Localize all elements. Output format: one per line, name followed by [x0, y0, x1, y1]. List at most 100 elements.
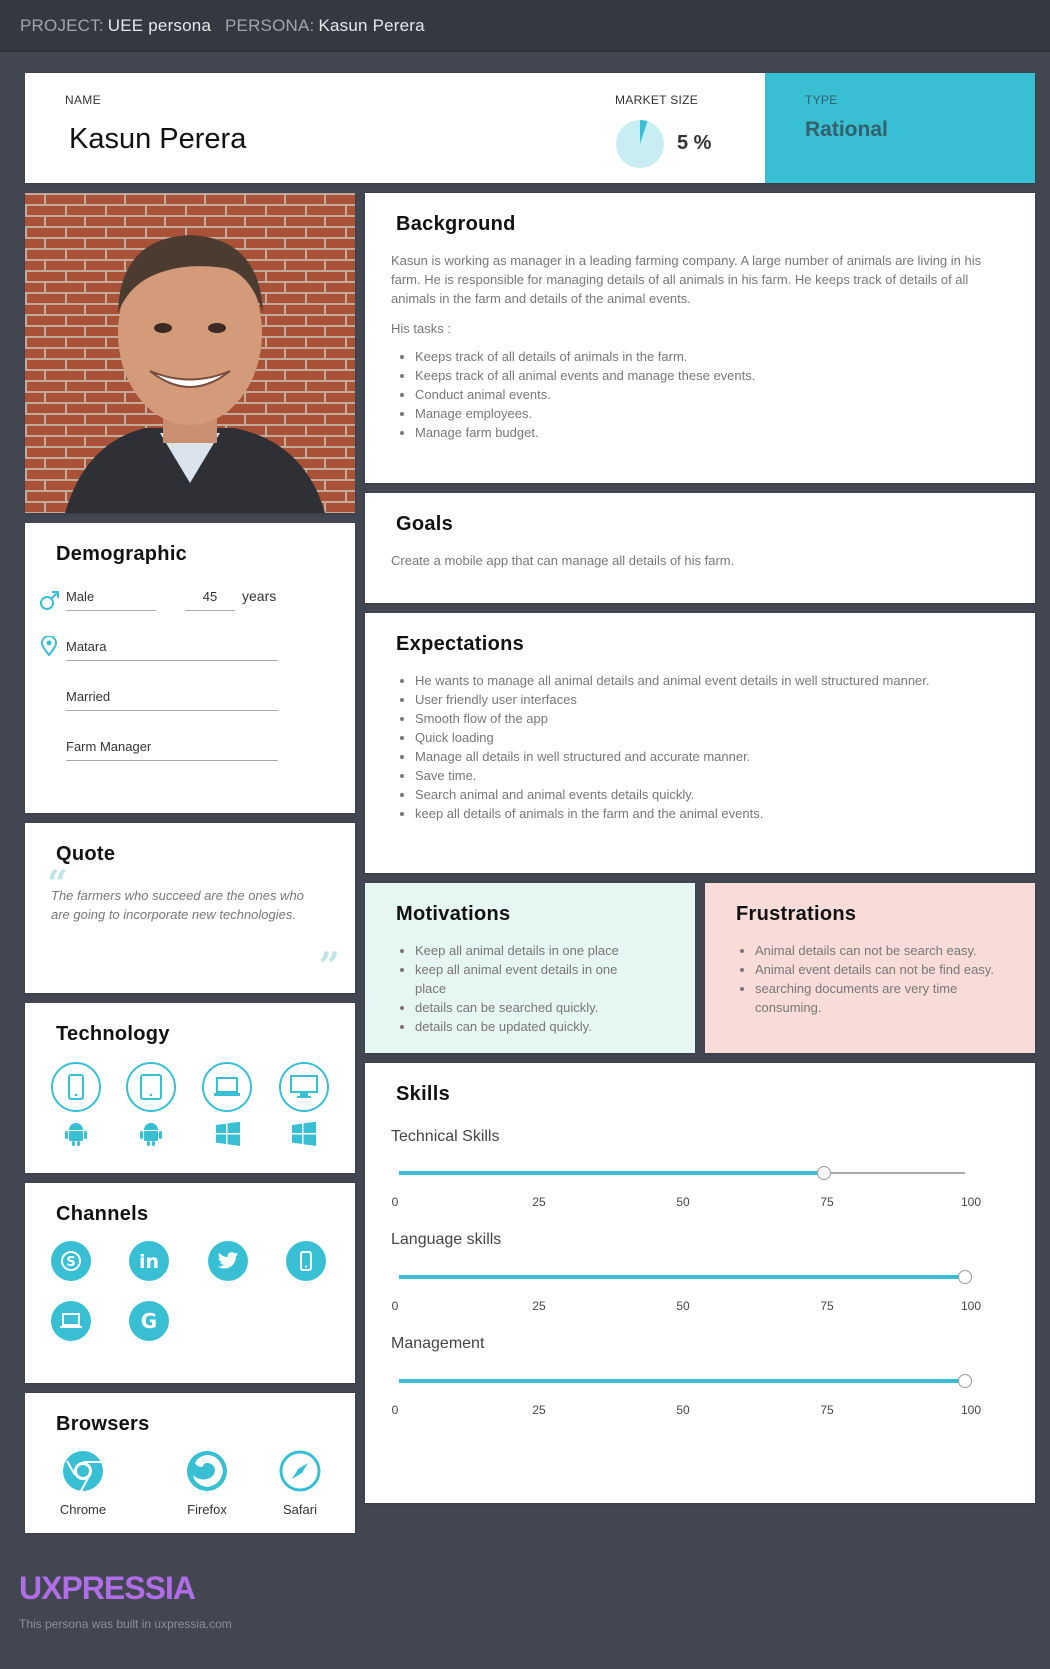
google-icon[interactable]: G: [129, 1301, 169, 1341]
frustrations-title: Frustrations: [736, 903, 857, 925]
breadcrumb-persona[interactable]: PERSONA: Kasun Perera: [225, 16, 425, 36]
persona-header-card: NAME Kasun Perera MARKET SIZE 5 % TYPE R…: [25, 73, 1035, 183]
skype-icon[interactable]: S: [51, 1241, 91, 1281]
tick-label: 0: [391, 1403, 399, 1417]
market-size-label: MARKET SIZE: [615, 93, 699, 107]
motivations-list: Keep all animal details in one place kee…: [391, 941, 641, 1036]
location-pin-icon: [41, 636, 57, 656]
list-item: Smooth flow of the app: [391, 709, 931, 728]
tick-label: 50: [676, 1195, 690, 1209]
tablet-icon[interactable]: [126, 1062, 176, 1112]
desktop-icon[interactable]: [279, 1062, 329, 1112]
demographic-title: Demographic: [56, 543, 188, 565]
skill-handle[interactable]: [958, 1374, 972, 1388]
skill-slider[interactable]: [399, 1374, 972, 1388]
firefox-icon: [187, 1451, 227, 1491]
motivations-title: Motivations: [396, 903, 511, 925]
tick-label: 100: [960, 1195, 982, 1209]
channels-card: Channels S in G: [25, 1183, 355, 1383]
tick-label: 75: [820, 1403, 834, 1417]
occupation-field[interactable]: Farm Manager: [66, 739, 278, 761]
windows-icon: [292, 1121, 316, 1146]
mobile-icon[interactable]: [286, 1241, 326, 1281]
expectations-card: Expectations He wants to manage all anim…: [365, 613, 1035, 873]
frustrations-list: Animal details can not be search easy. A…: [731, 941, 1001, 1017]
breadcrumb-project[interactable]: PROJECT: UEE persona: [20, 16, 211, 36]
gender-field[interactable]: Male: [66, 589, 156, 611]
expectations-title: Expectations: [396, 633, 525, 655]
browser-name: Safari: [283, 1502, 317, 1517]
list-item: Manage farm budget.: [391, 423, 1001, 442]
skill-name: Language skills: [391, 1231, 502, 1248]
age-field[interactable]: 45: [185, 589, 235, 611]
laptop-icon[interactable]: [202, 1062, 252, 1112]
android-icon: [65, 1123, 87, 1146]
skill-fill: [399, 1171, 824, 1175]
skill-handle[interactable]: [816, 1166, 831, 1180]
browsers-card: Browsers Chrome Firefox Safari: [25, 1393, 355, 1533]
browser-chrome[interactable]: Chrome: [48, 1449, 118, 1517]
twitter-icon[interactable]: [208, 1241, 248, 1281]
skill-name: Management: [391, 1335, 485, 1352]
list-item: Quick loading: [391, 728, 931, 747]
chrome-icon: [63, 1451, 103, 1492]
skill-fill: [399, 1275, 965, 1279]
list-item: Keep all animal details in one place: [391, 941, 641, 960]
background-title: Background: [396, 213, 516, 235]
goals-card: Goals Create a mobile app that can manag…: [365, 493, 1035, 603]
background-card: Background Kasun is working as manager i…: [365, 193, 1035, 483]
persona-name[interactable]: Kasun Perera: [69, 123, 246, 156]
tick-label: 100: [960, 1299, 982, 1313]
svg-text:in: in: [139, 1251, 159, 1272]
phone-icon[interactable]: [51, 1062, 101, 1112]
svg-text:G: G: [141, 1310, 157, 1332]
market-size-value[interactable]: 5 %: [677, 132, 711, 155]
goals-title: Goals: [396, 513, 454, 535]
windows-icon: [216, 1121, 240, 1146]
goals-text: Create a mobile app that can manage all …: [391, 553, 735, 568]
skill-slider[interactable]: [399, 1270, 972, 1284]
quote-text: The farmers who succeed are the ones who…: [51, 888, 304, 922]
tasks-list: Keeps track of all details of animals in…: [391, 347, 1001, 442]
persona-photo[interactable]: [25, 193, 355, 513]
male-icon: [40, 591, 59, 610]
laptop-icon[interactable]: [51, 1301, 91, 1341]
tick-label: 100: [960, 1403, 982, 1417]
age-unit: years: [242, 588, 277, 604]
motivations-card: Motivations Keep all animal details in o…: [365, 883, 695, 1053]
tick-label: 75: [820, 1299, 834, 1313]
skill-handle[interactable]: [958, 1270, 972, 1284]
tick-label: 25: [532, 1299, 546, 1313]
channels-title: Channels: [56, 1203, 149, 1225]
browser-name: Firefox: [187, 1502, 227, 1517]
list-item: User friendly user interfaces: [391, 690, 931, 709]
tick-label: 0: [391, 1299, 399, 1313]
technology-card: Technology: [25, 1003, 355, 1173]
list-item: Animal event details can not be find eas…: [731, 960, 1001, 979]
uxpressia-logo[interactable]: UXPRESSIA: [19, 1570, 196, 1607]
list-item: keep all details of animals in the farm …: [391, 804, 931, 823]
skills-card: Skills Technical Skills 0 25 50 75 100 Langu…: [365, 1063, 1035, 1503]
type-panel[interactable]: TYPE Rational: [765, 73, 1035, 183]
footer-note[interactable]: This persona was built in uxpressia.com: [19, 1617, 232, 1631]
skill-slider[interactable]: [399, 1166, 965, 1180]
technology-title: Technology: [56, 1023, 170, 1045]
name-label: NAME: [65, 93, 101, 107]
list-item: He wants to manage all animal details an…: [391, 671, 931, 690]
quote-card: Quote “ The farmers who succeed are the …: [25, 823, 355, 993]
tick-label: 50: [676, 1299, 690, 1313]
skill-name: Technical Skills: [391, 1128, 500, 1145]
linkedin-icon[interactable]: in: [129, 1241, 169, 1281]
marital-status-field[interactable]: Married: [66, 689, 278, 711]
tick-label: 25: [532, 1403, 546, 1417]
browser-firefox[interactable]: Firefox: [172, 1449, 242, 1517]
skills-title: Skills: [396, 1083, 451, 1105]
browsers-title: Browsers: [56, 1413, 150, 1435]
browser-safari[interactable]: Safari: [265, 1449, 335, 1517]
avatar: [25, 193, 355, 513]
list-item: Save time.: [391, 766, 931, 785]
frustrations-card: Frustrations Animal details can not be s…: [705, 883, 1035, 1053]
location-field[interactable]: Matara: [66, 639, 278, 661]
tick-label: 75: [820, 1195, 834, 1209]
list-item: searching documents are very time consum…: [731, 979, 1001, 1017]
